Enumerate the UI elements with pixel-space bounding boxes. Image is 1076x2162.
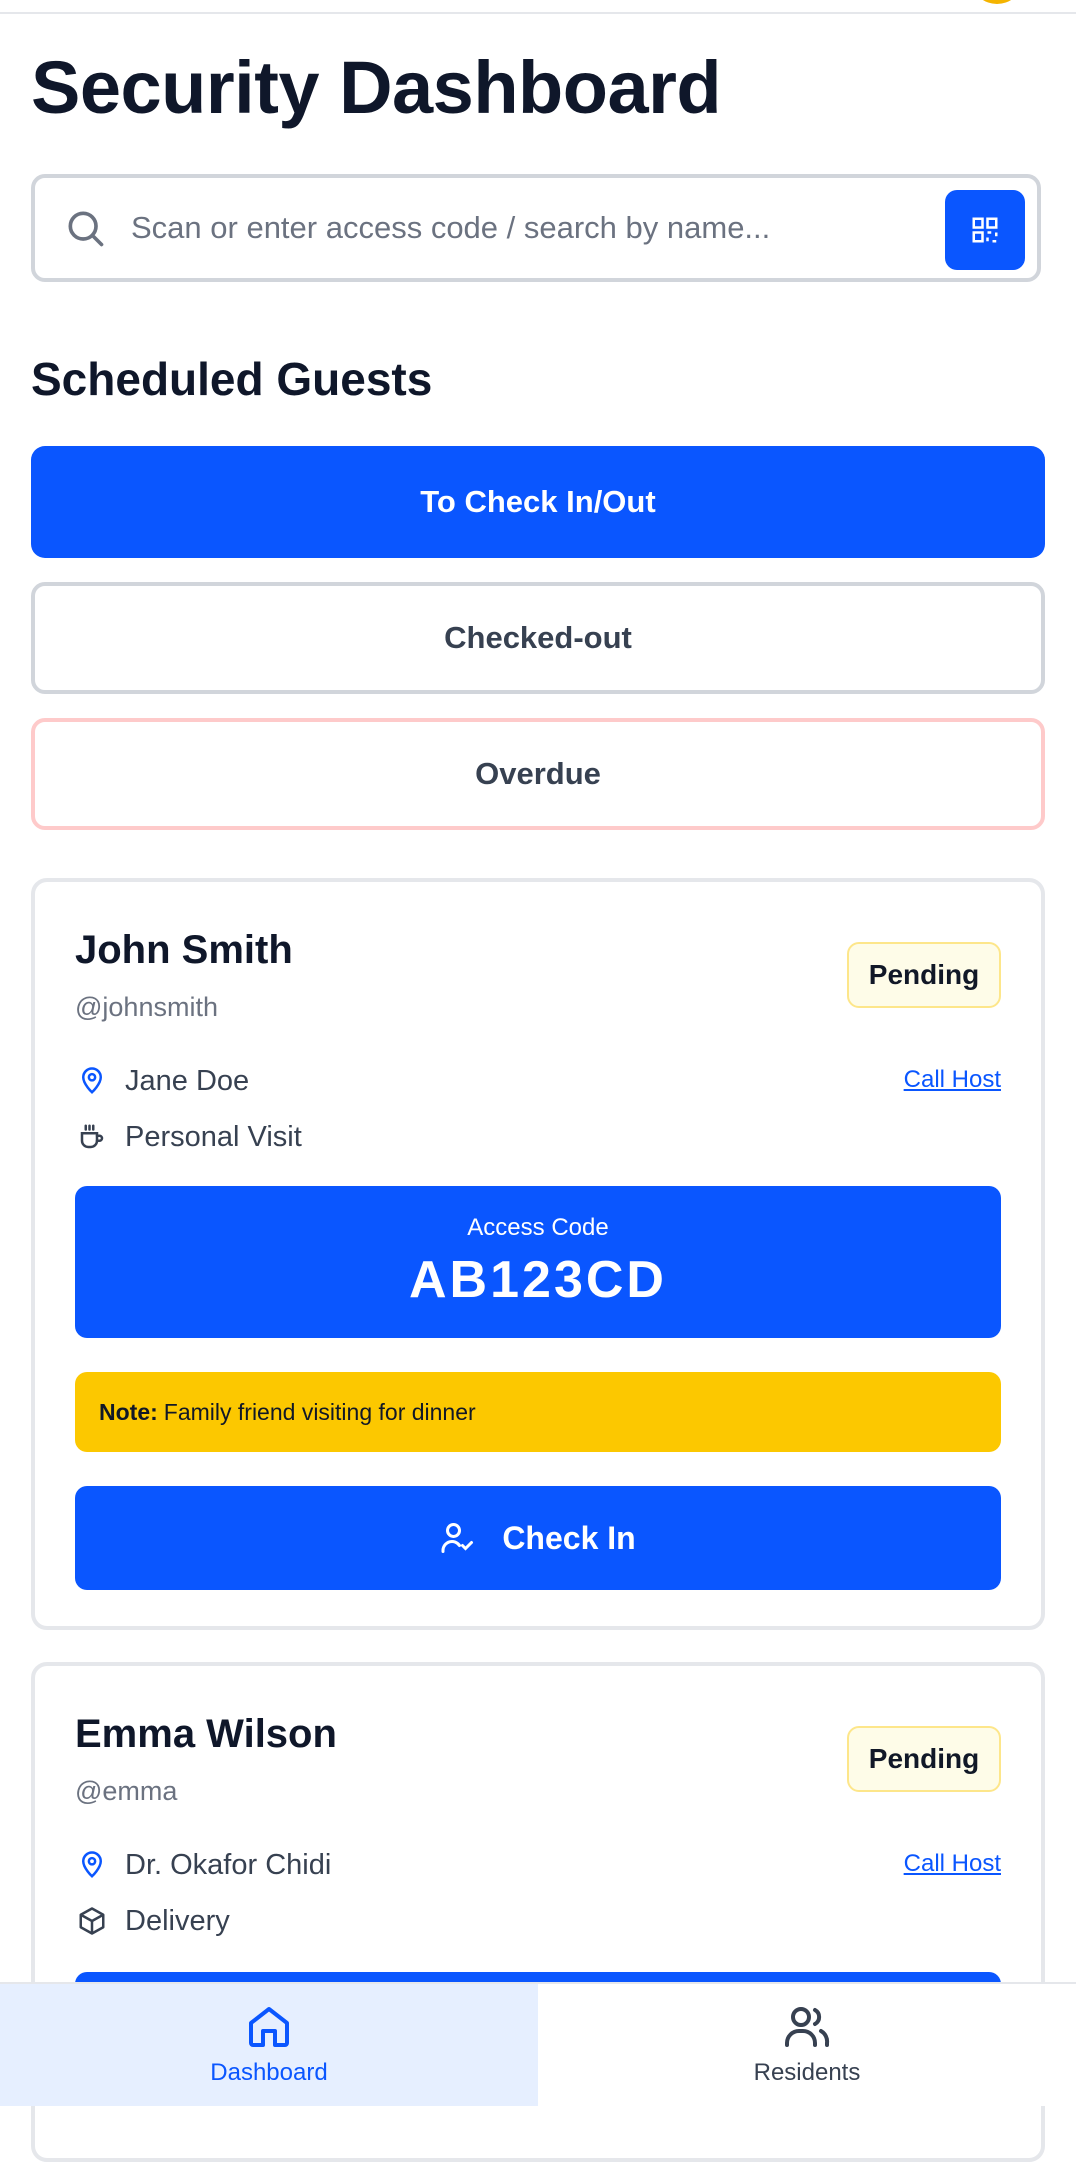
call-host-link[interactable]: Call Host: [904, 1850, 1001, 1878]
map-pin-icon: [75, 1064, 109, 1098]
section-title: Scheduled Guests: [31, 353, 433, 405]
guest-handle: @johnsmith: [75, 992, 218, 1022]
access-code-box: Access Code AB123CD: [75, 1186, 1001, 1338]
guest-name: John Smith: [75, 928, 293, 972]
filter-overdue[interactable]: Overdue: [31, 718, 1045, 830]
host-name: Jane Doe: [125, 1064, 250, 1097]
purpose-row: Delivery: [75, 1904, 230, 1938]
package-icon: [75, 1904, 109, 1938]
home-icon: [249, 2007, 289, 2047]
host-row: Dr. Okafor Chidi: [75, 1848, 331, 1882]
search-input[interactable]: [129, 209, 893, 247]
nav-dashboard[interactable]: Dashboard: [0, 1984, 538, 2106]
map-pin-icon: [75, 1848, 109, 1882]
host-row: Jane Doe: [75, 1064, 249, 1098]
access-code-label: Access Code: [467, 1214, 609, 1241]
filter-to-check-in-out[interactable]: To Check In/Out: [31, 446, 1045, 558]
search-bar: [31, 174, 1041, 282]
call-host-link[interactable]: Call Host: [904, 1066, 1001, 1094]
users-icon: [785, 2007, 830, 2047]
user-check-icon: [441, 1523, 474, 1553]
host-name: Dr. Okafor Chidi: [125, 1848, 332, 1881]
search-icon: [68, 211, 104, 247]
guest-name: Emma Wilson: [75, 1712, 337, 1756]
filter-checked-out[interactable]: Checked-out: [31, 582, 1045, 694]
access-code-value: AB123CD: [409, 1251, 667, 1309]
coffee-icon: [75, 1120, 109, 1154]
nav-dashboard-label: Dashboard: [210, 2059, 328, 2086]
top-bar: [0, 0, 1076, 14]
status-badge: Pending: [847, 942, 1001, 1008]
nav-residents[interactable]: Residents: [538, 1984, 1076, 2106]
visit-purpose: Personal Visit: [125, 1120, 302, 1153]
guest-handle: @emma: [75, 1776, 178, 1806]
note-label: Note:: [99, 1398, 158, 1425]
page-title: Security Dashboard: [31, 46, 722, 129]
guest-card: John Smith @johnsmith Pending Jane Doe C…: [31, 878, 1045, 1630]
nav-residents-label: Residents: [753, 2059, 861, 2086]
note-text: Family friend visiting for dinner: [163, 1398, 476, 1425]
purpose-row: Personal Visit: [75, 1120, 302, 1154]
bottom-nav: Dashboard Residents: [0, 1982, 1076, 2106]
check-in-label: Check In: [502, 1519, 636, 1556]
status-badge: Pending: [847, 1726, 1001, 1792]
scan-qr-button[interactable]: [945, 190, 1025, 270]
qr-code-icon: [972, 217, 998, 243]
visit-purpose: Delivery: [125, 1904, 230, 1937]
check-in-button[interactable]: Check In: [75, 1486, 1001, 1590]
guest-note: Note: Family friend visiting for dinner: [75, 1372, 1001, 1452]
